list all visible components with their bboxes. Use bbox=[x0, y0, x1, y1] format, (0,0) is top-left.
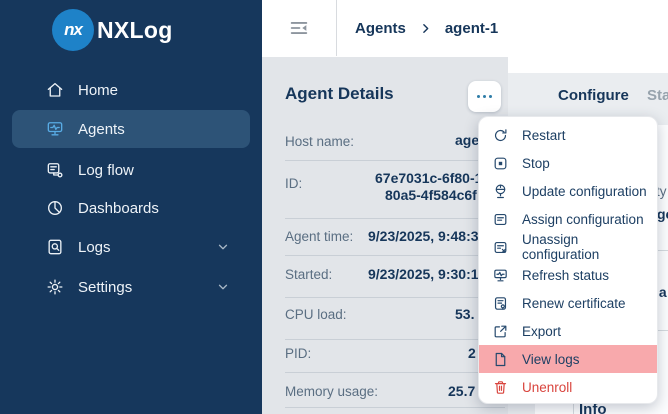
update-configuration-icon bbox=[492, 183, 509, 200]
field-label: PID: bbox=[285, 346, 312, 361]
nxlog-logo-icon: nx bbox=[52, 9, 94, 51]
sidebar-collapse-icon bbox=[290, 22, 308, 34]
breadcrumb: Agents agent-1 bbox=[355, 0, 498, 56]
menu-item-assign-configuration[interactable]: Assign configuration bbox=[479, 205, 657, 233]
more-actions-button[interactable] bbox=[468, 81, 501, 112]
refresh-status-icon bbox=[492, 267, 509, 284]
topbar-divider bbox=[336, 0, 337, 56]
field-divider bbox=[285, 407, 505, 408]
field-value: 80a5-4f584c6f bbox=[385, 187, 477, 203]
field-value: 67e7031c-6f80-1 bbox=[375, 170, 483, 186]
menu-item-restart[interactable]: Restart bbox=[479, 121, 657, 149]
field-divider bbox=[285, 339, 505, 340]
tab-configure[interactable]: Configure bbox=[558, 87, 629, 104]
menu-item-view-logs[interactable]: View logs bbox=[479, 345, 657, 373]
field-value: 2 bbox=[468, 345, 476, 361]
menu-item-export[interactable]: Export bbox=[479, 317, 657, 345]
sidebar-collapse-button[interactable] bbox=[288, 17, 310, 39]
unassign-configuration-icon bbox=[492, 239, 509, 256]
menu-item-unassign-configuration[interactable]: Unassign configuration bbox=[479, 232, 657, 262]
chevron-down-icon bbox=[216, 280, 230, 294]
sidebar-item-label: Agents bbox=[78, 120, 125, 138]
log-flow-icon bbox=[45, 160, 65, 180]
field-label: Started: bbox=[285, 267, 333, 282]
agent-actions-menu: Restart Stop Update configuration Assign… bbox=[478, 116, 658, 404]
field-divider bbox=[285, 255, 505, 256]
agents-icon bbox=[45, 119, 65, 139]
page-title: Agent Details bbox=[285, 84, 394, 103]
field-divider bbox=[285, 160, 505, 161]
sidebar-item-home[interactable]: Home bbox=[12, 71, 250, 109]
sidebar-item-label: Settings bbox=[78, 278, 133, 296]
tab-status[interactable]: Sta bbox=[647, 87, 668, 104]
sidebar-item-settings[interactable]: Settings bbox=[12, 268, 250, 306]
sidebar-item-label: Log flow bbox=[78, 161, 134, 179]
unenroll-icon bbox=[492, 379, 509, 396]
right-panel-value-fragment: ge bbox=[657, 206, 668, 222]
field-value: 53. bbox=[455, 306, 475, 322]
topbar: Agents agent-1 bbox=[262, 0, 668, 56]
field-label: Memory usage: bbox=[285, 384, 379, 399]
sidebar: nx NXLog Home Agents Log flow Dashboards… bbox=[0, 0, 262, 414]
restart-icon bbox=[492, 127, 509, 144]
breadcrumb-agents[interactable]: Agents bbox=[355, 20, 406, 37]
settings-icon bbox=[45, 277, 65, 297]
field-label: Host name: bbox=[285, 134, 355, 149]
menu-item-stop[interactable]: Stop bbox=[479, 149, 657, 177]
field-divider bbox=[285, 372, 505, 373]
field-value: 9/23/2025, 9:30:1 bbox=[368, 266, 479, 282]
field-value: 25.7 bbox=[448, 383, 476, 399]
chevron-right-icon bbox=[419, 22, 432, 35]
field-label: ID: bbox=[285, 176, 303, 191]
sidebar-item-log-flow[interactable]: Log flow bbox=[12, 151, 250, 189]
ellipsis-icon bbox=[476, 94, 481, 99]
sidebar-item-logs[interactable]: Logs bbox=[12, 228, 250, 266]
field-value: 9/23/2025, 9:48:3 bbox=[368, 228, 479, 244]
menu-item-unenroll[interactable]: Unenroll bbox=[479, 373, 657, 401]
assign-configuration-icon bbox=[492, 211, 509, 228]
logs-icon bbox=[45, 237, 65, 257]
field-label: CPU load: bbox=[285, 307, 347, 322]
menu-item-update-configuration[interactable]: Update configuration bbox=[479, 177, 657, 205]
renew-certificate-icon bbox=[492, 295, 509, 312]
dashboards-icon bbox=[45, 198, 65, 218]
nxlog-logo-text: NXLog bbox=[97, 16, 173, 43]
home-icon bbox=[45, 80, 65, 100]
sidebar-item-label: Logs bbox=[78, 238, 111, 256]
breadcrumb-current: agent-1 bbox=[444, 19, 499, 37]
chevron-down-icon bbox=[216, 240, 230, 254]
menu-item-renew-certificate[interactable]: Renew certificate bbox=[479, 289, 657, 317]
info-section-divider bbox=[573, 403, 574, 414]
field-divider bbox=[285, 297, 505, 298]
nxlog-logo: nx NXLog bbox=[52, 9, 173, 51]
stop-icon bbox=[492, 155, 509, 172]
sidebar-item-dashboards[interactable]: Dashboards bbox=[12, 189, 250, 227]
field-label: Agent time: bbox=[285, 229, 354, 244]
export-icon bbox=[492, 323, 509, 340]
sidebar-item-label: Home bbox=[78, 81, 119, 99]
sidebar-item-agents[interactable]: Agents bbox=[12, 110, 250, 148]
menu-item-refresh-status[interactable]: Refresh status bbox=[479, 261, 657, 289]
view-logs-icon bbox=[492, 351, 509, 368]
field-value: age bbox=[455, 132, 480, 148]
field-divider bbox=[285, 218, 505, 219]
sidebar-item-label: Dashboards bbox=[78, 199, 159, 217]
